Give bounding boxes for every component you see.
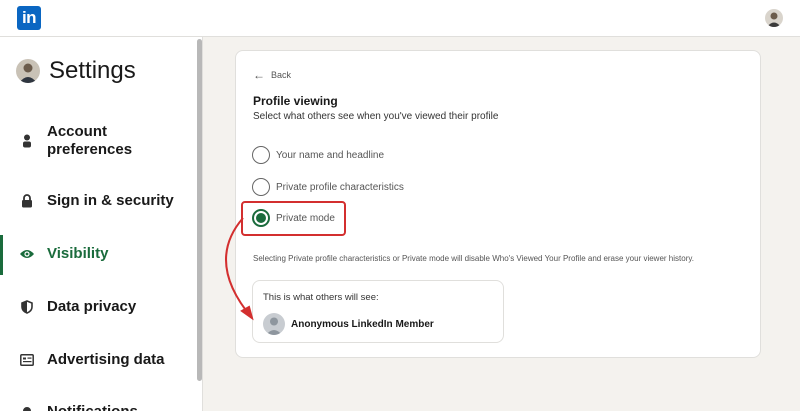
sidebar-scrollbar[interactable] <box>197 39 202 381</box>
privacy-note: Selecting Private profile characteristic… <box>253 254 694 263</box>
sidebar-item-label: Account preferences <box>47 123 133 158</box>
annotation-highlight-box <box>241 201 346 236</box>
sidebar-item-sign-in-security[interactable]: Sign in & security <box>0 192 197 209</box>
sidebar-item-visibility[interactable]: Visibility <box>0 235 197 275</box>
arrow-left-icon: ← <box>253 68 265 82</box>
section-title: Profile viewing <box>253 94 338 108</box>
radio-name-headline[interactable] <box>252 146 270 164</box>
linkedin-logo[interactable]: in <box>17 6 41 30</box>
eye-icon <box>19 246 35 262</box>
visibility-preview-box: This is what others will see: Anonymous … <box>252 280 504 343</box>
option-private-characteristics[interactable]: Private profile characteristics <box>252 178 404 196</box>
section-description: Select what others see when you've viewe… <box>253 111 499 122</box>
option-label: Your name and headline <box>276 149 385 161</box>
back-label: Back <box>271 70 292 80</box>
bell-icon <box>19 404 35 411</box>
settings-sidebar: Settings Account preferences Sign in & s… <box>0 37 203 411</box>
sidebar-item-notifications[interactable]: Notifications <box>0 403 197 411</box>
page-title: Settings <box>49 57 136 84</box>
anonymous-avatar-icon <box>263 313 285 335</box>
sidebar-item-advertising-data[interactable]: Advertising data <box>0 351 197 368</box>
sidebar-item-label: Visibility <box>47 245 109 262</box>
top-nav-bar: in <box>0 0 800 37</box>
sidebar-item-label: Notifications <box>47 403 138 411</box>
settings-header: Settings <box>16 57 136 85</box>
profile-avatar[interactable] <box>765 9 783 27</box>
preview-label: This is what others will see: <box>263 292 379 303</box>
shield-icon <box>19 299 35 315</box>
sidebar-item-label: Data privacy <box>47 298 137 315</box>
sidebar-item-account-preferences[interactable]: Account preferences <box>0 123 197 159</box>
sidebar-item-label: Sign in & security <box>47 192 174 209</box>
radio-private-characteristics[interactable] <box>252 178 270 196</box>
preview-member-name: Anonymous LinkedIn Member <box>291 319 434 330</box>
option-label: Private profile characteristics <box>276 181 404 193</box>
settings-avatar <box>16 59 40 83</box>
person-icon <box>19 133 35 149</box>
back-link[interactable]: ← Back <box>253 68 291 82</box>
profile-viewing-card: ← Back Profile viewing Select what other… <box>235 50 761 358</box>
lock-icon <box>19 193 35 209</box>
option-name-headline[interactable]: Your name and headline <box>252 146 384 164</box>
sidebar-item-label: Advertising data <box>47 351 165 368</box>
newspaper-icon <box>19 352 35 368</box>
sidebar-item-data-privacy[interactable]: Data privacy <box>0 298 197 315</box>
